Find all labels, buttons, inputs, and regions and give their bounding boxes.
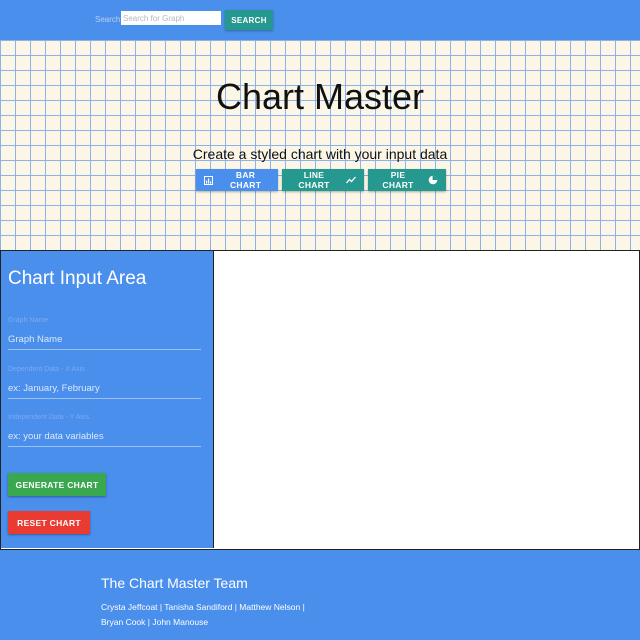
footer-title: The Chart Master Team <box>101 575 248 591</box>
team-members-line-2: Bryan Cook | John Manouse <box>101 617 209 627</box>
search-label: Search <box>95 15 121 24</box>
graph-name-input[interactable] <box>8 330 201 350</box>
graph-name-field: Graph Name <box>8 317 201 357</box>
page-title: Chart Master <box>215 76 425 117</box>
footer: The Chart Master Team Crysta Jeffcoat | … <box>0 550 640 640</box>
y-axis-label: Independent Data - Y Axis <box>8 414 90 421</box>
bar-chart-button[interactable]: BAR CHART <box>196 169 278 191</box>
x-axis-field: Dependent Data - X Axis <box>8 366 201 406</box>
hero-section: Chart Master Create a styled chart with … <box>0 40 640 250</box>
bar-chart-label: BAR CHART <box>229 170 262 190</box>
reset-chart-button[interactable]: RESET CHART <box>8 511 90 534</box>
y-axis-input[interactable] <box>8 427 201 447</box>
pie-chart-button[interactable]: PIE CHART <box>368 169 446 191</box>
generate-chart-button[interactable]: GENERATE CHART <box>8 473 106 496</box>
pie-chart-icon <box>428 175 438 185</box>
top-nav-bar: Search SEARCH <box>0 0 640 40</box>
input-panel-title: Chart Input Area <box>8 268 147 289</box>
line-chart-label: LINE CHART <box>298 170 330 190</box>
chart-input-panel: Chart Input Area Graph Name Dependent Da… <box>1 251 214 548</box>
bar-chart-icon <box>204 175 214 185</box>
pie-chart-label: PIE CHART <box>382 170 414 190</box>
x-axis-label: Dependent Data - X Axis <box>8 366 85 373</box>
line-chart-icon <box>346 175 356 185</box>
team-members-line-1: Crysta Jeffcoat | Tanisha Sandiford | Ma… <box>101 602 305 612</box>
chart-type-buttons: BAR CHART LINE CHART PIE CHART <box>196 169 446 191</box>
chart-display-area <box>214 251 638 548</box>
line-chart-button[interactable]: LINE CHART <box>282 169 364 191</box>
search-input[interactable] <box>121 11 221 25</box>
graph-name-label: Graph Name <box>8 317 49 324</box>
y-axis-field: Independent Data - Y Axis <box>8 414 201 454</box>
chart-workspace: Chart Input Area Graph Name Dependent Da… <box>0 250 640 550</box>
page-subtitle: Create a styled chart with your input da… <box>192 146 448 162</box>
x-axis-input[interactable] <box>8 379 201 399</box>
search-button[interactable]: SEARCH <box>225 10 273 30</box>
